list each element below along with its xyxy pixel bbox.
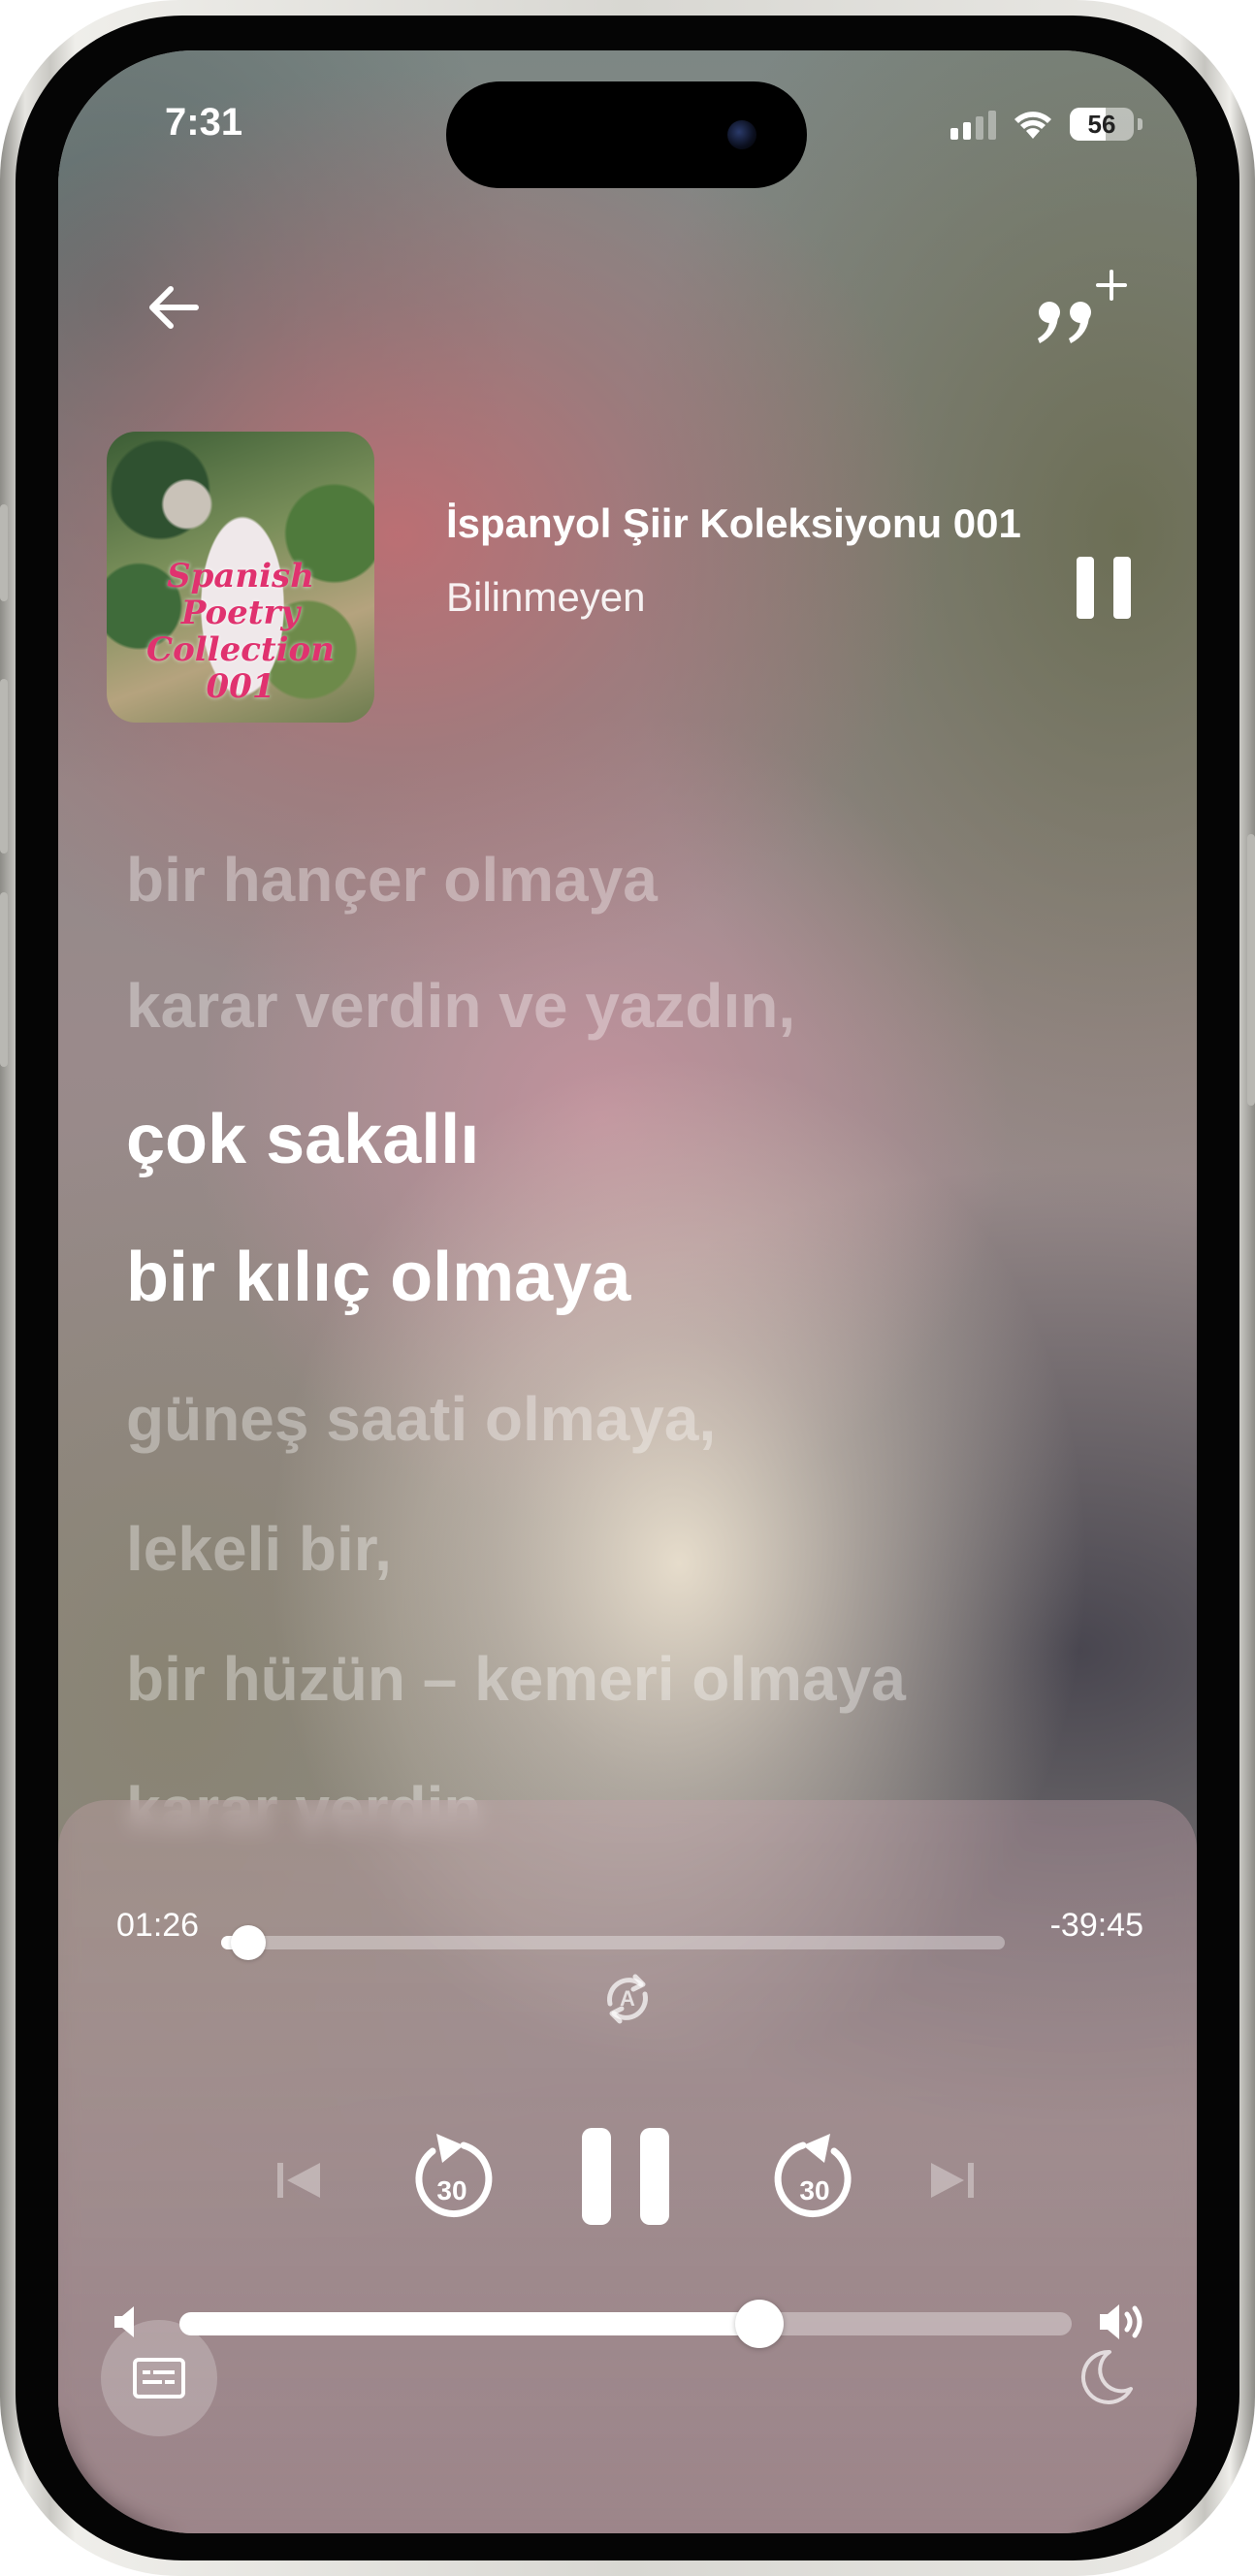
lyric-line[interactable]: bir hüzün – kemeri olmaya — [126, 1643, 906, 1715]
play-pause-button[interactable] — [582, 2128, 669, 2225]
lyric-line[interactable]: karar verdin ve yazdın, — [126, 970, 795, 1042]
volume-slider[interactable] — [179, 2300, 1072, 2348]
battery-level: 56 — [1087, 109, 1116, 139]
wifi-icon — [1014, 112, 1051, 139]
moon-icon — [1080, 2349, 1133, 2404]
skip-previous-icon — [277, 2163, 320, 2198]
album-cover: Spanish Poetry Collection 001 — [107, 432, 374, 723]
rewind-30-button[interactable]: 30 — [403, 2118, 500, 2235]
arrow-left-icon — [149, 286, 199, 329]
cover-title: Spanish Poetry Collection 001 — [146, 557, 335, 706]
progress-slider[interactable] — [221, 1925, 1005, 1960]
lyric-line-active[interactable]: bir kılıç olmaya — [126, 1238, 630, 1317]
captions-icon — [133, 2358, 185, 2399]
forward-label: 30 — [799, 2175, 829, 2206]
add-quote-button[interactable] — [1028, 266, 1135, 353]
volume-down-button — [0, 892, 8, 1067]
volume-fill — [179, 2312, 759, 2335]
previous-track-button[interactable] — [272, 2141, 330, 2219]
battery-cap — [1138, 118, 1142, 130]
side-button — [1247, 834, 1255, 1106]
volume-up-button — [0, 679, 8, 853]
svg-text:A: A — [620, 1986, 635, 2011]
volume-knob[interactable] — [735, 2300, 784, 2348]
remaining-time: -39:45 — [1049, 1907, 1143, 1944]
sleep-timer-button[interactable] — [1077, 2346, 1135, 2408]
volume-high-icon — [1096, 2297, 1154, 2347]
status-indicators: 56 — [950, 107, 1142, 142]
captions-button[interactable] — [101, 2320, 217, 2436]
camera-lens — [727, 120, 756, 149]
progress-knob[interactable] — [231, 1925, 267, 1960]
status-time: 7:31 — [165, 101, 243, 144]
autoplay-button[interactable]: A — [596, 1965, 659, 2033]
rewind-label: 30 — [436, 2175, 467, 2206]
forward-30-icon: 30 — [774, 2134, 852, 2218]
lyric-line[interactable]: bir hançer olmaya — [126, 844, 658, 916]
cellular-signal-icon — [950, 109, 996, 140]
action-button — [0, 504, 8, 601]
autoplay-icon: A — [607, 1974, 648, 2024]
track-title: İspanyol Şiir Koleksiyonu 001 — [446, 500, 1021, 546]
rewind-30-icon: 30 — [415, 2134, 493, 2218]
next-track-button[interactable] — [921, 2141, 980, 2219]
lyric-line[interactable]: güneş saati olmaya, — [126, 1383, 716, 1455]
lyric-line-active[interactable]: çok sakallı — [126, 1100, 479, 1179]
screen: 7:31 56 Spanish Poetry Collection 001 İs… — [58, 50, 1197, 2533]
dynamic-island — [446, 81, 807, 188]
mini-pause-button[interactable] — [1077, 557, 1131, 619]
elapsed-time: 01:26 — [116, 1907, 200, 1944]
forward-30-button[interactable]: 30 — [766, 2118, 863, 2235]
quote-plus-icon — [1038, 270, 1127, 343]
track-artist: Bilinmeyen — [446, 574, 646, 620]
skip-next-icon — [931, 2163, 974, 2198]
lyric-line[interactable]: lekeli bir, — [126, 1513, 392, 1585]
battery-icon: 56 — [1070, 108, 1134, 141]
back-button[interactable] — [140, 274, 208, 341]
